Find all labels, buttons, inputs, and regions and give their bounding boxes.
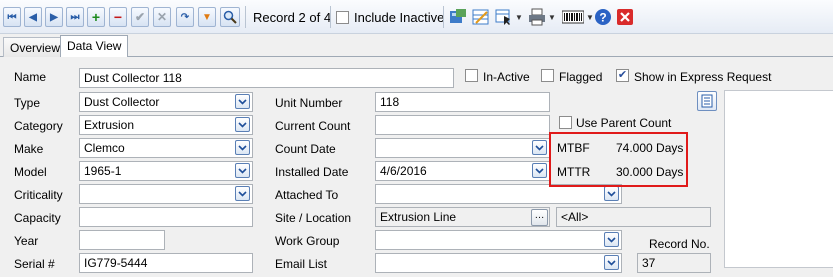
year-label: Year [14, 234, 39, 248]
toolbar: ⏮ ◀ ▶ ⏭ + − ✔ ✕ ↷ ▼ Record 2 of 4 Includ… [0, 0, 833, 34]
help-icon[interactable]: ? [593, 7, 613, 27]
type-select[interactable]: Dust Collector [79, 92, 253, 112]
mttr-label: MTTR [557, 165, 591, 179]
record-counter: Record 2 of 4 [253, 10, 332, 25]
flagged-checkbox[interactable] [541, 69, 554, 82]
cancel-icon[interactable]: ✕ [153, 7, 171, 27]
site-all-field: <All> [556, 207, 711, 227]
capacity-field[interactable] [79, 207, 253, 227]
make-select[interactable]: Clemco [79, 138, 253, 158]
attached-to-select[interactable] [375, 184, 622, 204]
capacity-label: Capacity [14, 211, 61, 225]
mttr-value: 30.000 Days [616, 165, 684, 179]
record-no-label: Record No. [649, 237, 710, 251]
current-count-label: Current Count [275, 119, 351, 133]
toolbar-separator [330, 6, 331, 28]
print-icon[interactable] [527, 7, 547, 27]
notes-icon[interactable] [697, 91, 717, 111]
next-record-icon[interactable]: ▶ [45, 7, 63, 27]
record-no-field: 37 [637, 253, 711, 273]
site-location-field: Extrusion Line [375, 207, 550, 227]
count-date-field[interactable] [375, 138, 550, 158]
serial-label: Serial # [14, 257, 55, 271]
category-select[interactable]: Extrusion [79, 115, 253, 135]
site-location-browse-button[interactable]: … [531, 209, 548, 226]
make-dropdown-button[interactable] [235, 140, 250, 155]
unit-number-label: Unit Number [275, 96, 343, 110]
last-record-icon[interactable]: ⏭ [66, 7, 84, 27]
criticality-dropdown-button[interactable] [235, 186, 250, 201]
site-location-label: Site / Location [275, 211, 352, 225]
inactive-checkbox[interactable] [465, 69, 478, 82]
barcode-icon[interactable] [561, 7, 585, 27]
mtbf-value: 74.000 Days [616, 141, 684, 155]
email-list-dropdown-button[interactable] [604, 255, 619, 270]
add-icon[interactable]: + [87, 7, 105, 27]
work-group-label: Work Group [275, 234, 340, 248]
work-group-dropdown-button[interactable] [604, 232, 619, 247]
search-icon[interactable] [220, 7, 240, 27]
svg-text:?: ? [599, 11, 606, 25]
tab-overview[interactable]: Overview [3, 37, 68, 57]
type-dropdown-button[interactable] [235, 94, 250, 109]
prev-record-icon[interactable]: ◀ [24, 7, 42, 27]
installed-date-label: Installed Date [275, 165, 349, 179]
model-dropdown-button[interactable] [235, 163, 250, 178]
toolbar-separator [443, 6, 444, 28]
include-inactive-label: Include Inactive [354, 10, 445, 25]
make-label: Make [14, 142, 44, 156]
installed-date-field[interactable]: 4/6/2016 [375, 161, 550, 181]
include-inactive-checkbox[interactable] [336, 11, 349, 24]
unit-number-field[interactable]: 118 [375, 92, 550, 112]
count-date-dropdown-button[interactable] [532, 140, 547, 155]
email-list-label: Email List [275, 257, 328, 271]
model-select[interactable]: 1965-1 [79, 161, 253, 181]
tab-strip: Overview Data View [0, 34, 833, 58]
use-parent-count-checkbox[interactable] [559, 116, 572, 129]
filter-icon[interactable]: ▼ [198, 7, 216, 27]
tab-data-view[interactable]: Data View [60, 35, 129, 58]
express-request-checkbox[interactable]: ✔ [616, 69, 629, 82]
category-dropdown-button[interactable] [235, 117, 250, 132]
notes-area[interactable] [724, 90, 833, 268]
serial-field[interactable]: IG779-5444 [79, 253, 253, 273]
mtbf-label: MTBF [557, 141, 590, 155]
import-icon[interactable] [448, 7, 468, 27]
email-list-select[interactable] [375, 253, 622, 273]
save-icon[interactable]: ✔ [131, 7, 149, 27]
attached-to-dropdown-button[interactable] [604, 186, 619, 201]
name-label: Name [14, 70, 47, 84]
flagged-label: Flagged [559, 70, 603, 84]
first-record-icon[interactable]: ⏮ [3, 7, 21, 27]
installed-date-dropdown-button[interactable] [532, 163, 547, 178]
use-parent-count-label: Use Parent Count [576, 116, 672, 130]
category-label: Category [14, 119, 63, 133]
edit-grid-icon[interactable] [471, 7, 491, 27]
model-label: Model [14, 165, 47, 179]
close-icon[interactable] [615, 7, 635, 27]
delete-icon[interactable]: − [109, 7, 127, 27]
inactive-label: In-Active [483, 70, 530, 84]
name-field[interactable]: Dust Collector 118 [79, 68, 454, 88]
work-group-select[interactable] [375, 230, 622, 250]
criticality-select[interactable] [79, 184, 253, 204]
year-field[interactable] [79, 230, 165, 250]
count-date-label: Count Date [275, 142, 336, 156]
chevron-down-icon[interactable]: ▼ [515, 13, 523, 22]
attached-to-label: Attached To [275, 188, 339, 202]
select-icon[interactable] [494, 7, 514, 27]
toolbar-separator [245, 6, 246, 28]
type-label: Type [14, 96, 41, 110]
current-count-field[interactable] [375, 115, 550, 135]
criticality-label: Criticality [14, 188, 63, 202]
chevron-down-icon[interactable]: ▼ [548, 13, 556, 22]
express-request-label: Show in Express Request [634, 70, 772, 84]
refresh-icon[interactable]: ↷ [176, 7, 194, 27]
